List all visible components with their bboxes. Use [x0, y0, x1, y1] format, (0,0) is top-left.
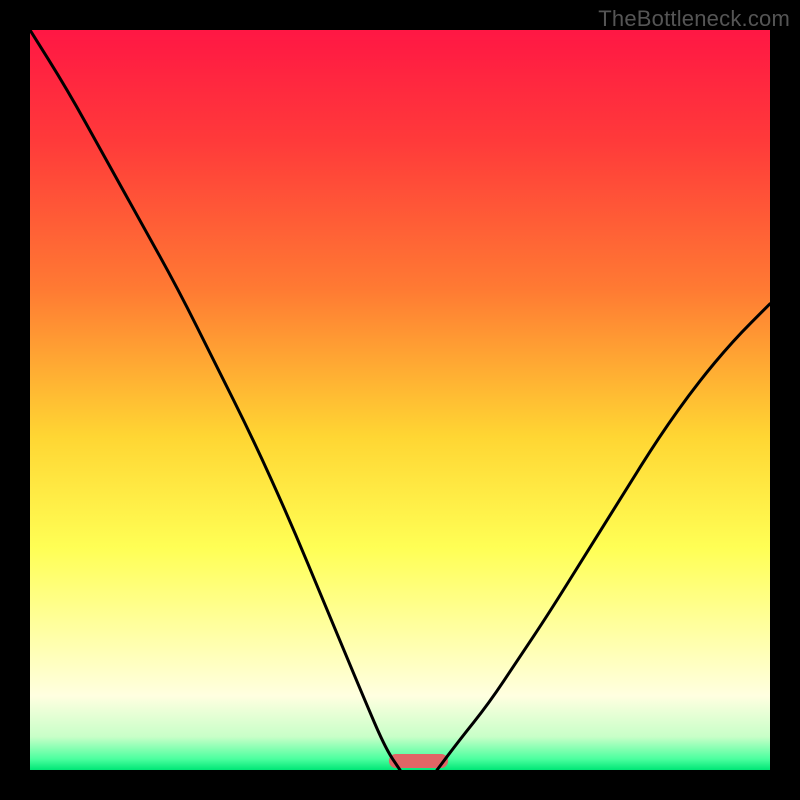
chart-container: TheBottleneck.com [0, 0, 800, 800]
gradient-background [30, 30, 770, 770]
chart-svg [30, 30, 770, 770]
watermark-text: TheBottleneck.com [598, 6, 790, 32]
plot-area [30, 30, 770, 770]
